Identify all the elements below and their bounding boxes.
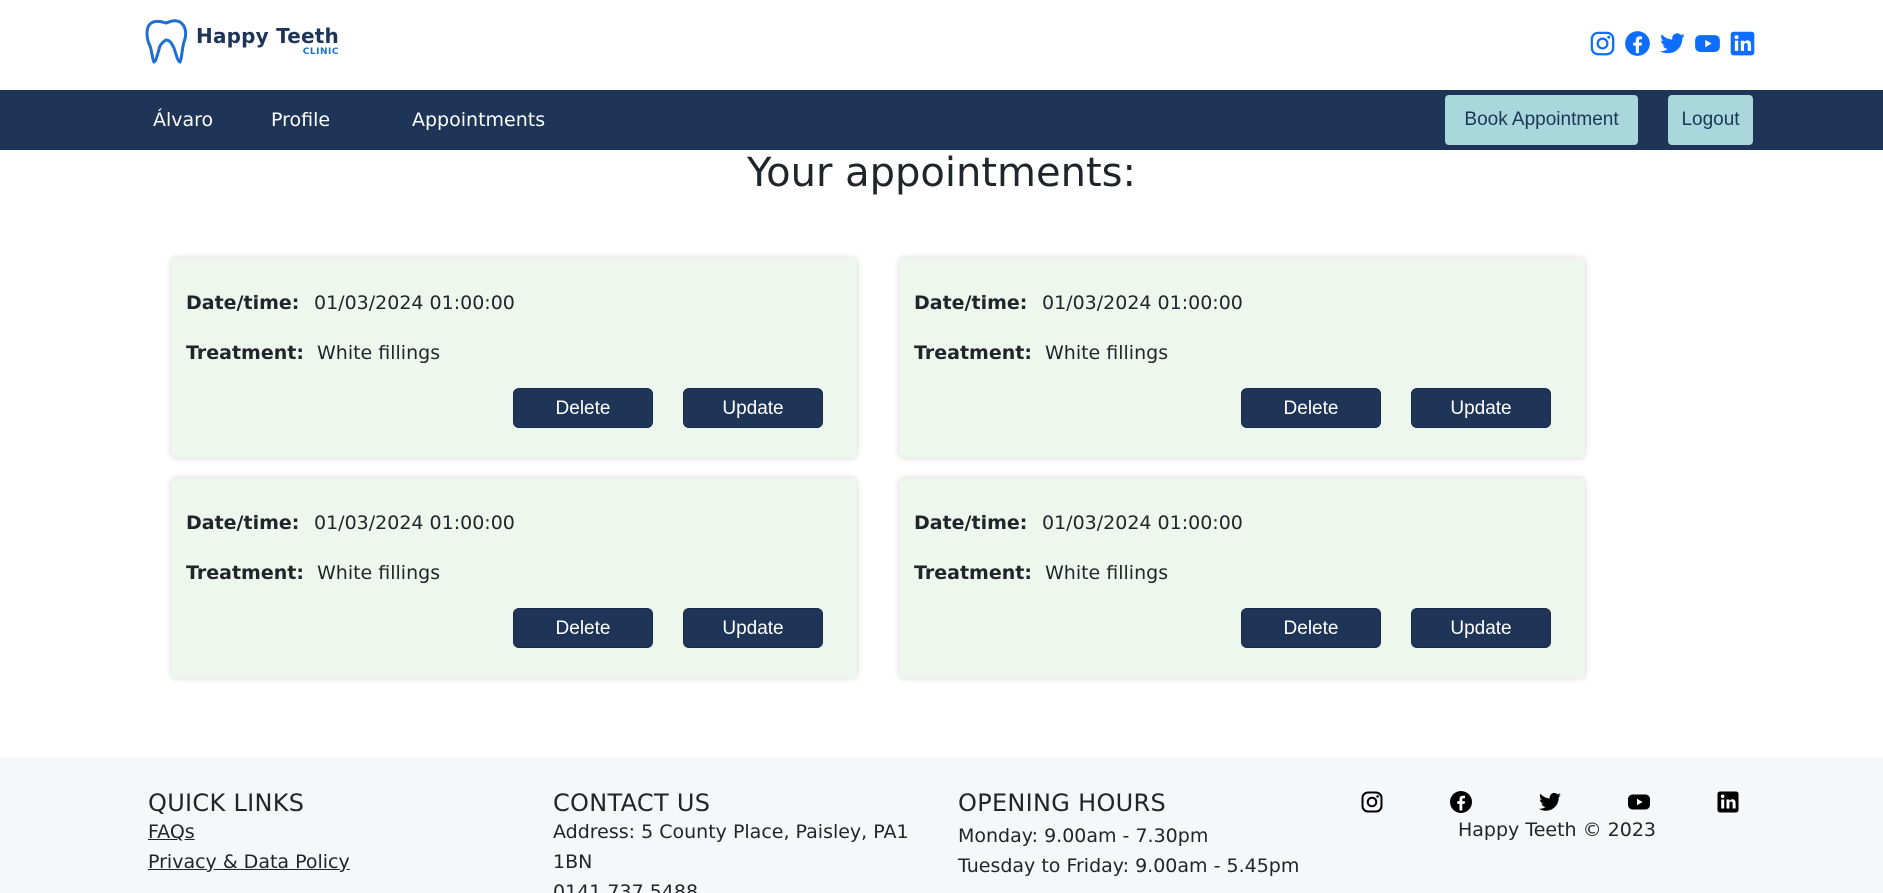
- delete-button[interactable]: Delete: [1241, 388, 1381, 428]
- datetime-value: 01/03/2024 01:00:00: [314, 512, 515, 534]
- opening-hours-title: OPENING HOURS: [958, 789, 1167, 817]
- facebook-icon[interactable]: [1624, 30, 1651, 57]
- appointment-card: Date/time: 01/03/2024 01:00:00 Treatment…: [899, 478, 1585, 678]
- update-button[interactable]: Update: [683, 608, 823, 648]
- treatment-row: Treatment: White fillings: [186, 562, 440, 584]
- update-button[interactable]: Update: [1411, 388, 1551, 428]
- twitter-icon[interactable]: [1538, 790, 1562, 814]
- datetime-value: 01/03/2024 01:00:00: [1042, 292, 1243, 314]
- logo-text: Happy Teeth CLINIC: [196, 26, 339, 57]
- page-title: Your appointments:: [747, 150, 1136, 196]
- nav-appointments-link[interactable]: Appointments: [412, 90, 545, 150]
- delete-button[interactable]: Delete: [513, 608, 653, 648]
- youtube-icon[interactable]: [1627, 790, 1651, 814]
- copyright-text: Happy Teeth © 2023: [1458, 819, 1657, 841]
- top-header: Happy Teeth CLINIC: [0, 0, 1883, 90]
- update-button[interactable]: Update: [1411, 608, 1551, 648]
- linkedin-icon[interactable]: [1729, 30, 1756, 57]
- opening-hours-section: OPENING HOURS Monday: 9.00am - 7.30pm Tu…: [958, 789, 1299, 881]
- treatment-value: White fillings: [1045, 342, 1169, 364]
- treatment-label: Treatment:: [914, 342, 1032, 364]
- faqs-link[interactable]: FAQs: [148, 817, 350, 847]
- treatment-label: Treatment:: [186, 562, 304, 584]
- contact-section: CONTACT US Address: 5 County Place, Pais…: [553, 789, 909, 893]
- twitter-icon[interactable]: [1659, 30, 1686, 57]
- opening-hours-line1: Monday: 9.00am - 7.30pm: [958, 825, 1209, 847]
- contact-address-line1: Address: 5 County Place, Paisley, PA1: [553, 821, 909, 843]
- privacy-policy-link[interactable]: Privacy & Data Policy: [148, 847, 350, 877]
- treatment-row: Treatment: White fillings: [914, 342, 1168, 364]
- treatment-label: Treatment:: [186, 342, 304, 364]
- update-button[interactable]: Update: [683, 388, 823, 428]
- contact-title: CONTACT US: [553, 789, 711, 817]
- datetime-label: Date/time:: [914, 292, 1028, 314]
- logo-title: Happy Teeth: [196, 23, 339, 48]
- main-nav: Álvaro Profile Appointments Book Appoint…: [0, 90, 1883, 150]
- datetime-label: Date/time:: [186, 292, 300, 314]
- delete-button[interactable]: Delete: [513, 388, 653, 428]
- logout-button[interactable]: Logout: [1668, 95, 1753, 145]
- opening-hours-line2: Tuesday to Friday: 9.00am - 5.45pm: [958, 855, 1300, 877]
- appointment-card: Date/time: 01/03/2024 01:00:00 Treatment…: [899, 258, 1585, 458]
- header-social-links: [1589, 30, 1756, 57]
- nav-profile-link[interactable]: Profile: [271, 90, 330, 150]
- tooth-logo-icon: [145, 19, 188, 64]
- youtube-icon[interactable]: [1694, 30, 1721, 57]
- instagram-icon[interactable]: [1360, 790, 1384, 814]
- linkedin-icon[interactable]: [1716, 790, 1740, 814]
- appointment-card: Date/time: 01/03/2024 01:00:00 Treatment…: [171, 478, 857, 678]
- treatment-row: Treatment: White fillings: [186, 342, 440, 364]
- contact-address-line2: 1BN: [553, 851, 593, 873]
- treatment-value: White fillings: [1045, 562, 1169, 584]
- datetime-label: Date/time:: [914, 512, 1028, 534]
- datetime-label: Date/time:: [186, 512, 300, 534]
- datetime-row: Date/time: 01/03/2024 01:00:00: [914, 512, 1243, 534]
- datetime-row: Date/time: 01/03/2024 01:00:00: [186, 292, 515, 314]
- treatment-value: White fillings: [317, 342, 441, 364]
- quick-links-section: QUICK LINKS FAQs Privacy & Data Policy: [148, 789, 350, 877]
- datetime-row: Date/time: 01/03/2024 01:00:00: [914, 292, 1243, 314]
- treatment-label: Treatment:: [914, 562, 1032, 584]
- logo-subtitle: CLINIC: [302, 46, 339, 57]
- appointment-card: Date/time: 01/03/2024 01:00:00 Treatment…: [171, 258, 857, 458]
- treatment-value: White fillings: [317, 562, 441, 584]
- instagram-icon[interactable]: [1589, 30, 1616, 57]
- quick-links-title: QUICK LINKS: [148, 789, 305, 817]
- book-appointment-button[interactable]: Book Appointment: [1445, 95, 1638, 145]
- facebook-icon[interactable]: [1449, 790, 1473, 814]
- datetime-value: 01/03/2024 01:00:00: [1042, 512, 1243, 534]
- datetime-value: 01/03/2024 01:00:00: [314, 292, 515, 314]
- footer-social-links: [1360, 790, 1744, 814]
- delete-button[interactable]: Delete: [1241, 608, 1381, 648]
- nav-user-link[interactable]: Álvaro: [153, 90, 213, 150]
- logo[interactable]: Happy Teeth CLINIC: [144, 18, 339, 64]
- contact-phone: 0141 737 5488: [553, 881, 699, 893]
- site-footer: QUICK LINKS FAQs Privacy & Data Policy C…: [0, 757, 1883, 893]
- datetime-row: Date/time: 01/03/2024 01:00:00: [186, 512, 515, 534]
- treatment-row: Treatment: White fillings: [914, 562, 1168, 584]
